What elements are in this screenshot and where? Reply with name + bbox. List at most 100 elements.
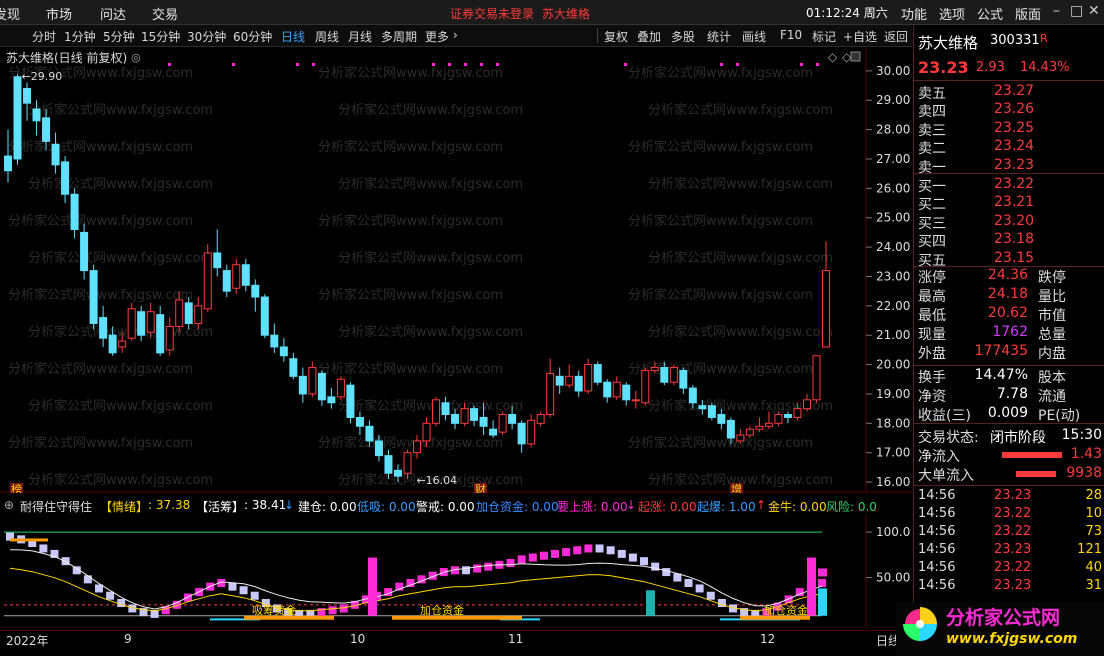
indicator-name[interactable]: 耐得住守得住 bbox=[20, 498, 92, 515]
tool-fuquan[interactable]: 复权 bbox=[604, 28, 628, 45]
sentiment-square bbox=[562, 548, 571, 557]
signal-dot bbox=[312, 63, 315, 66]
big-inflow-bar bbox=[1016, 471, 1056, 477]
tick-volume: 31 bbox=[1085, 578, 1102, 593]
period-more[interactable]: 更多 bbox=[425, 28, 449, 45]
indicator-header: ⊕ 耐得住守得住 【情绪】 : 37.38 【活筹】 : 38.41 ↓ 建仓:… bbox=[0, 497, 877, 515]
tool-multistock[interactable]: 多股 bbox=[671, 28, 695, 45]
period-fenshi[interactable]: 分时 bbox=[32, 28, 56, 45]
menu-function[interactable]: 功能 bbox=[901, 4, 927, 23]
stat-label2: 跌停 bbox=[1038, 270, 1066, 286]
candle-body bbox=[365, 425, 374, 442]
tool-overlay[interactable]: 叠加 bbox=[637, 28, 661, 45]
sentiment-square bbox=[706, 591, 715, 600]
sentiment-square bbox=[473, 564, 482, 573]
candle-body bbox=[327, 396, 336, 404]
menu-options[interactable]: 选项 bbox=[939, 4, 965, 23]
sentiment-square bbox=[595, 544, 604, 553]
tick-volume: 73 bbox=[1085, 524, 1102, 539]
stat2-label: 收益(三) bbox=[918, 408, 971, 424]
candle-body bbox=[23, 87, 32, 104]
indicator-chart[interactable]: 100.0 50.00 吸筹资金 加仓资金 加仓资金 bbox=[0, 515, 912, 628]
clock: 01:12:24 周六 bbox=[806, 6, 888, 20]
period-monthly[interactable]: 月线 bbox=[348, 28, 372, 45]
tool-draw[interactable]: 画线 bbox=[742, 28, 766, 45]
candle-body bbox=[593, 364, 602, 383]
bid-label: 买二 bbox=[918, 197, 946, 214]
menu-formula[interactable]: 公式 bbox=[977, 4, 1003, 23]
price-change: 2.93 bbox=[976, 60, 1005, 75]
candle-body bbox=[413, 440, 421, 454]
qibao-value: 起爆: 1.00 bbox=[697, 500, 756, 514]
tool-back[interactable]: 返回 bbox=[884, 28, 908, 45]
tick-price: 23.22 bbox=[994, 506, 1032, 521]
menu-discover[interactable]: 发现 bbox=[0, 4, 20, 23]
sentiment-square bbox=[484, 562, 493, 571]
period-weekly[interactable]: 周线 bbox=[315, 28, 339, 45]
sentiment-square bbox=[662, 568, 671, 577]
chevron-right-icon[interactable]: › bbox=[453, 28, 458, 42]
tool-mark[interactable]: 标记 bbox=[812, 28, 836, 45]
menu-market[interactable]: 市场 bbox=[46, 4, 72, 23]
menu-wenda[interactable]: 问达 bbox=[100, 4, 126, 23]
bid-row: 买三 23.20 bbox=[918, 213, 1102, 232]
top-menu-bar: 发现 市场 问达 交易 证券交易未登录 苏大维格 01:12:24 周六 功能 … bbox=[0, 0, 1104, 25]
candle-body bbox=[555, 375, 564, 386]
candle-body bbox=[432, 399, 441, 424]
minimize-icon[interactable]: – bbox=[1053, 3, 1060, 19]
candle-body bbox=[631, 399, 640, 402]
yaoshangzhang-arrow-icon: ↓ bbox=[626, 498, 637, 512]
candle-body bbox=[774, 414, 783, 424]
signal-dot bbox=[496, 63, 499, 66]
menu-trade[interactable]: 交易 bbox=[152, 4, 178, 23]
quote-header: 苏大维格 300331 R bbox=[918, 32, 1102, 52]
period-daily[interactable]: 日线 bbox=[281, 28, 305, 45]
tick-price: 23.23 bbox=[994, 578, 1032, 593]
stat-label2: 内盘 bbox=[1038, 346, 1066, 362]
login-status[interactable]: 证券交易未登录 bbox=[450, 5, 534, 22]
diamond-icon: ◇ bbox=[828, 50, 838, 64]
tick-time: 14:56 bbox=[918, 560, 956, 575]
candle-body bbox=[289, 358, 298, 377]
bid-label: 买一 bbox=[918, 179, 946, 195]
watermark-text: 分析家公式网www.fxjgsw.com bbox=[338, 398, 523, 414]
sentiment-square bbox=[339, 604, 348, 613]
period-60min[interactable]: 60分钟 bbox=[233, 28, 272, 45]
candle-body bbox=[393, 469, 402, 477]
tick-volume: 40 bbox=[1085, 560, 1102, 575]
maximize-icon[interactable]: □ bbox=[1070, 3, 1083, 19]
period-multi[interactable]: 多周期 bbox=[381, 28, 417, 45]
period-15min[interactable]: 15分钟 bbox=[141, 28, 180, 45]
watermark-text: 分析家公式网www.fxjgsw.com bbox=[648, 250, 833, 266]
period-30min[interactable]: 30分钟 bbox=[187, 28, 226, 45]
period-1min[interactable]: 1分钟 bbox=[64, 28, 96, 45]
current-stock-title: 苏大维格 bbox=[542, 7, 591, 21]
stat-label: 现量 bbox=[918, 327, 946, 343]
indicator-settings-icon[interactable]: ⊕ bbox=[4, 498, 14, 512]
menu-layout[interactable]: 版面 bbox=[1015, 4, 1041, 23]
candle-body bbox=[51, 143, 60, 166]
tick-price: 23.23 bbox=[994, 488, 1032, 503]
candle-body bbox=[641, 369, 650, 404]
candle-body bbox=[822, 270, 830, 348]
stat-row: 最高 24.18 量比 bbox=[918, 286, 1102, 305]
kline-chart[interactable]: 分析家公式网www.fxjgsw.com 分析家公式网www.fxjgsw.com… bbox=[0, 47, 912, 493]
candle-body bbox=[508, 414, 517, 424]
watermark-text: 分析家公式网www.fxjgsw.com bbox=[338, 250, 523, 266]
tool-stats[interactable]: 统计 bbox=[707, 28, 731, 45]
y-tick-label: 27.00 bbox=[876, 152, 910, 166]
watermark-text: 分析家公式网www.fxjgsw.com bbox=[628, 213, 813, 229]
candle-body bbox=[517, 422, 526, 445]
candle-body bbox=[536, 414, 545, 424]
candle-body bbox=[175, 299, 184, 327]
logo-url: www.fxjgsw.com bbox=[946, 631, 1078, 647]
tool-add-watchlist[interactable]: +自选 bbox=[843, 28, 877, 45]
tool-f10[interactable]: F10 bbox=[780, 28, 802, 42]
watermark-text: 分析家公式网www.fxjgsw.com bbox=[318, 65, 503, 81]
candle-body bbox=[479, 416, 488, 427]
close-icon[interactable]: ✕ bbox=[1088, 3, 1100, 19]
period-5min[interactable]: 5分钟 bbox=[103, 28, 135, 45]
bid-price: 23.18 bbox=[994, 231, 1035, 248]
tick-row: 14:56 23.22 10 bbox=[918, 506, 1102, 524]
candle-body bbox=[812, 355, 821, 401]
